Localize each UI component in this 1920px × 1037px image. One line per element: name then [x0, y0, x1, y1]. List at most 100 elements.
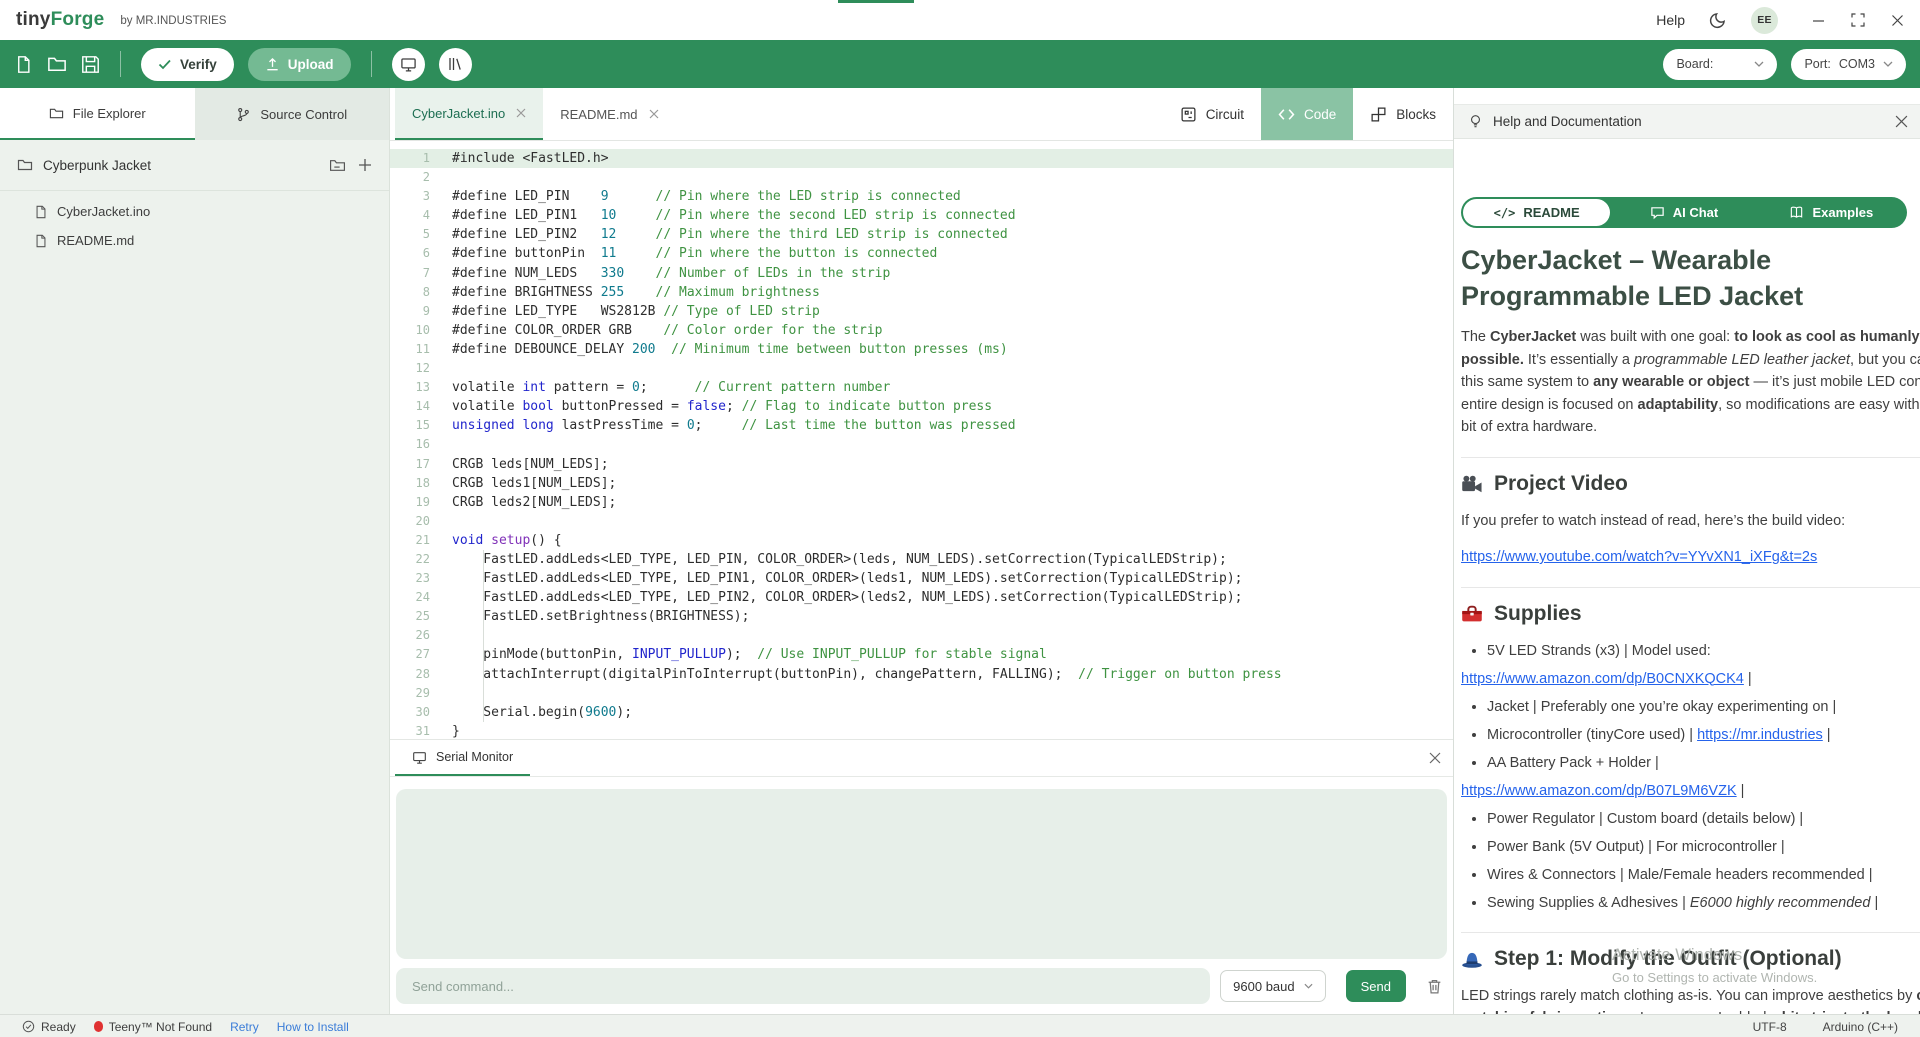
minimize-icon[interactable] — [1812, 14, 1825, 27]
project-row[interactable]: Cyberpunk Jacket — [0, 140, 389, 191]
encoding-indicator[interactable]: UTF-8 — [1753, 1020, 1787, 1034]
line-number: 23 — [390, 569, 452, 588]
code-line: 19CRGB leds2[NUM_LEDS]; — [390, 493, 1453, 512]
new-file-icon[interactable] — [14, 55, 33, 74]
code-line: 3#define LED_PIN 9 // Pin where the LED … — [390, 187, 1453, 206]
editor-tab-bar: CyberJacket.inoREADME.md CircuitCodeBloc… — [390, 88, 1453, 141]
help-menu[interactable]: Help — [1656, 12, 1685, 28]
mode-blocks[interactable]: Blocks — [1353, 88, 1453, 140]
code-glyph-icon: </> — [1494, 206, 1516, 220]
code-line: 6#define buttonPin 11 // Pin where the b… — [390, 244, 1453, 263]
readme-link[interactable]: https://www.youtube.com/watch?v=YYvXN1_i… — [1461, 549, 1817, 565]
how-to-install-link[interactable]: How to Install — [277, 1020, 349, 1034]
line-number: 29 — [390, 684, 452, 703]
sidebar-tab-file-explorer[interactable]: File Explorer — [0, 88, 195, 140]
supply-item: Power Regulator | Custom board (details … — [1487, 808, 1920, 830]
close-icon[interactable] — [1891, 14, 1904, 27]
line-number: 14 — [390, 397, 452, 416]
code-line: 1#include <FastLED.h> — [390, 149, 1453, 168]
trash-icon[interactable] — [1426, 978, 1443, 995]
code-line: 26 — [390, 626, 1453, 645]
code-line: 22 FastLED.addLeds<LED_TYPE, LED_PIN, CO… — [390, 550, 1453, 569]
plus-icon[interactable] — [358, 158, 372, 172]
close-tab-icon[interactable] — [516, 108, 526, 118]
readme-link[interactable]: https://www.amazon.com/dp/B07L9M6VZK — [1461, 783, 1737, 799]
open-folder-icon[interactable] — [47, 54, 67, 74]
help-tab-readme[interactable]: </>README — [1463, 199, 1610, 226]
board-select[interactable]: Board: — [1663, 49, 1777, 80]
view-mode-toggle: CircuitCodeBlocks — [1163, 88, 1453, 140]
status-bar: Ready Teeny™ Not Found Retry How to Inst… — [0, 1014, 1920, 1037]
help-panel-header: Help and Documentation — [1454, 104, 1920, 139]
line-number: 27 — [390, 645, 452, 664]
chevron-down-icon — [1304, 983, 1313, 989]
save-icon[interactable] — [81, 55, 100, 74]
toolbar-separator — [371, 51, 372, 77]
collapse-folders-icon[interactable] — [329, 157, 346, 174]
mode-circuit[interactable]: Circuit — [1163, 88, 1261, 140]
close-tab-icon[interactable] — [649, 109, 659, 119]
supply-item: Microcontroller (tinyCore used) | https:… — [1487, 724, 1920, 746]
code-line: 2 — [390, 168, 1453, 187]
toolbar-separator — [120, 51, 121, 77]
line-number: 8 — [390, 283, 452, 302]
upload-button[interactable]: Upload — [248, 48, 351, 81]
serial-tab-bar: Serial Monitor — [390, 740, 1453, 777]
code-line: 16 — [390, 435, 1453, 454]
editor-tab-readme.md[interactable]: README.md — [543, 88, 675, 140]
send-button[interactable]: Send — [1346, 970, 1406, 1002]
line-number: 30 — [390, 703, 452, 722]
readme-link[interactable]: https://www.amazon.com/dp/B0CNXKQCK4 — [1461, 671, 1744, 687]
line-number: 2 — [390, 168, 452, 187]
file-item[interactable]: README.md — [0, 226, 389, 255]
section-divider — [1461, 932, 1920, 933]
line-number: 6 — [390, 244, 452, 263]
user-avatar[interactable]: EE — [1751, 7, 1778, 34]
baud-select[interactable]: 9600 baud — [1220, 970, 1325, 1002]
tab-serial-monitor[interactable]: Serial Monitor — [395, 740, 530, 776]
readme-paragraph: If you prefer to watch instead of read, … — [1461, 510, 1920, 533]
code-line: 14volatile bool buttonPressed = false; /… — [390, 397, 1453, 416]
sidebar-tab-source-control[interactable]: Source Control — [195, 88, 390, 140]
editor-column: CyberJacket.inoREADME.md CircuitCodeBloc… — [390, 88, 1453, 1014]
file-item[interactable]: CyberJacket.ino — [0, 197, 389, 226]
code-editor[interactable]: 1#include <FastLED.h>23#define LED_PIN 9… — [390, 141, 1453, 739]
serial-command-input[interactable] — [396, 968, 1210, 1004]
lightbulb-icon — [1468, 114, 1483, 129]
editor-tab-cyberjacket.ino[interactable]: CyberJacket.ino — [395, 88, 543, 140]
line-number: 26 — [390, 626, 452, 645]
readme-link[interactable]: https://mr.industries — [1697, 727, 1823, 743]
code-line: 28 attachInterrupt(digitalPinToInterrupt… — [390, 665, 1453, 684]
moon-icon[interactable] — [1709, 11, 1727, 29]
close-icon[interactable] — [1895, 115, 1908, 128]
code-line: 18CRGB leds1[NUM_LEDS]; — [390, 474, 1453, 493]
serial-monitor-icon[interactable] — [392, 48, 425, 81]
language-indicator[interactable]: Arduino (C++) — [1823, 1020, 1898, 1034]
check-circle-icon — [22, 1020, 35, 1033]
maximize-icon[interactable] — [1851, 13, 1865, 27]
app-window: tinyForge by MR.INDUSTRIES Help EE — [0, 0, 1920, 1037]
help-tab-ai-chat[interactable]: AI Chat — [1610, 199, 1757, 226]
indent-guide — [483, 550, 484, 722]
section-divider — [1461, 587, 1920, 588]
help-tab-examples[interactable]: Examples — [1758, 199, 1905, 226]
help-panel-title: Help and Documentation — [1493, 114, 1642, 129]
mode-code[interactable]: Code — [1261, 88, 1353, 140]
supply-item: Wires & Connectors | Male/Female headers… — [1487, 864, 1920, 886]
verify-button[interactable]: Verify — [141, 48, 234, 81]
line-number: 16 — [390, 435, 452, 454]
close-icon[interactable] — [1429, 752, 1441, 764]
logo-text-tiny: tiny — [16, 9, 51, 31]
sidebar-tabs: File ExplorerSource Control — [0, 88, 389, 140]
line-number: 15 — [390, 416, 452, 435]
serial-tab-label: Serial Monitor — [436, 750, 513, 764]
device-status: Teeny™ Not Found — [94, 1020, 212, 1034]
line-number: 4 — [390, 206, 452, 225]
retry-link[interactable]: Retry — [230, 1020, 259, 1034]
upload-label: Upload — [288, 57, 334, 72]
readme-intro: The CyberJacket was built with one goal:… — [1461, 326, 1920, 439]
line-number: 22 — [390, 550, 452, 569]
port-select[interactable]: Port: COM3 — [1791, 49, 1906, 80]
library-icon[interactable] — [439, 48, 472, 81]
main-toolbar: Verify Upload Board: Port: COM3 — [0, 40, 1920, 88]
